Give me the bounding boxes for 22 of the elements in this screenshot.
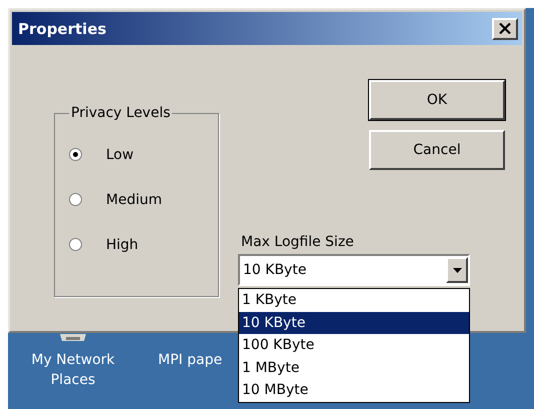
desktop-icon-label[interactable]: MPI pape [158, 350, 222, 370]
radio-label: Medium [106, 192, 162, 208]
close-icon [499, 23, 511, 34]
group-label: Privacy Levels [70, 105, 172, 121]
radio-button[interactable] [69, 193, 82, 206]
close-button[interactable] [492, 18, 518, 40]
ok-button[interactable]: OK [369, 80, 505, 120]
dropdown-option[interactable]: 1 KByte [239, 289, 469, 312]
window-title: Properties [18, 20, 106, 38]
dropdown-option[interactable]: 100 KByte [239, 334, 469, 356]
desktop-icon-label[interactable]: My Network Places [18, 350, 128, 390]
radio-button[interactable] [69, 238, 82, 251]
dropdown-option[interactable]: 1 MByte [239, 356, 469, 379]
size-dropdown[interactable]: 10 KByte [238, 254, 470, 286]
radio-button[interactable] [69, 148, 82, 161]
dropdown-option[interactable]: 10 KByte [239, 312, 469, 334]
radio-label: Low [106, 146, 134, 162]
computer-icon[interactable] [58, 334, 88, 344]
radio-label: High [106, 236, 138, 252]
cancel-button[interactable]: Cancel [369, 130, 505, 170]
field-label: Max Logfile Size [241, 234, 355, 250]
dropdown-option[interactable]: 10 MByte [239, 379, 469, 402]
